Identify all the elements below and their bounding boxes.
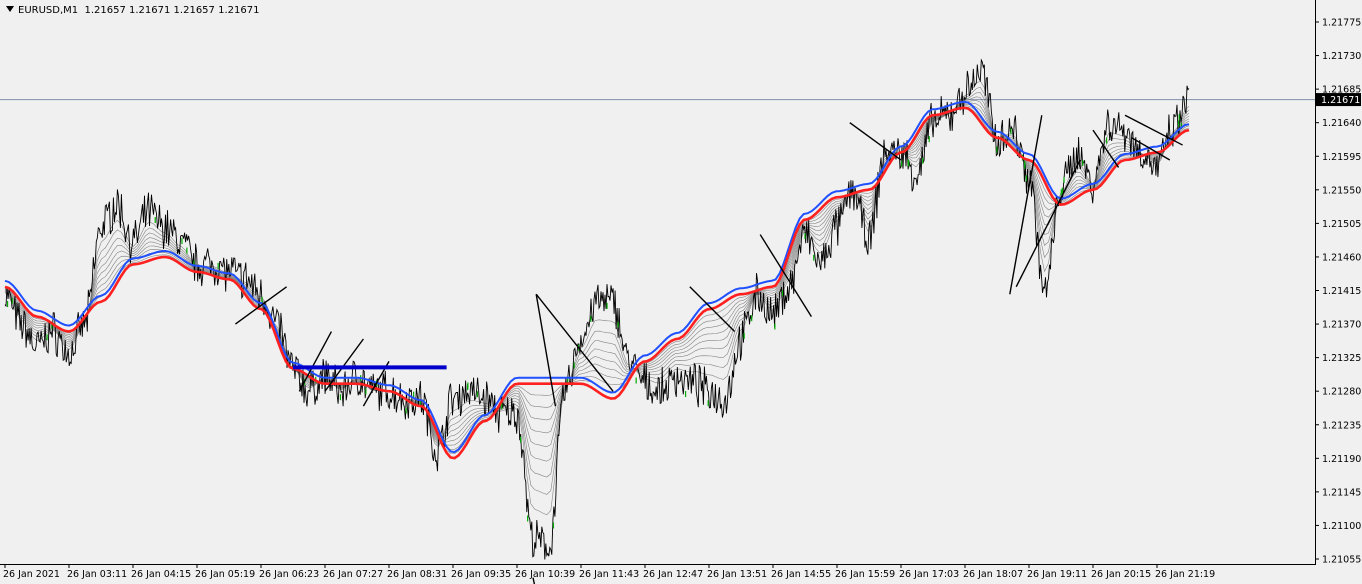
time-tick-label: 26 Jan 14:55 [771, 569, 831, 580]
price-tick-label: 1.21460 [1322, 252, 1361, 263]
symbol-label: EURUSD,M1 [18, 5, 79, 16]
time-tick-label: 26 Jan 03:11 [67, 569, 127, 580]
time-tick-label: 26 Jan 15:59 [835, 569, 895, 580]
time-tick-label: 26 Jan 12:47 [643, 569, 703, 580]
price-tick-label: 1.21100 [1322, 521, 1361, 532]
time-tick-label: 26 Jan 20:15 [1091, 569, 1151, 580]
time-tick-label: 26 Jan 09:35 [451, 569, 511, 580]
time-tick-label: 26 Jan 07:27 [323, 569, 383, 580]
time-tick-label: 26 Jan 17:03 [899, 569, 959, 580]
time-tick-label: 26 Jan 08:31 [387, 569, 447, 580]
time-tick-label: 26 Jan 18:07 [963, 569, 1023, 580]
price-tick-label: 1.21550 [1322, 185, 1361, 196]
time-tick-label: 26 Jan 05:19 [195, 569, 255, 580]
time-tick-label: 26 Jan 11:43 [579, 569, 639, 580]
price-tick-label: 1.21325 [1322, 353, 1361, 364]
time-tick-label: 26 Jan 13:51 [707, 569, 767, 580]
price-tick-label: 1.21055 [1322, 555, 1361, 566]
current-price-label: 1.21671 [1321, 95, 1360, 106]
price-tick-label: 1.21730 [1322, 51, 1361, 62]
price-tick-label: 1.21640 [1322, 118, 1361, 129]
price-tick-label: 1.21595 [1322, 152, 1361, 163]
time-tick-label: 26 Jan 19:11 [1027, 569, 1087, 580]
time-tick-label: 26 Jan 04:15 [131, 569, 191, 580]
price-tick-label: 1.21190 [1322, 454, 1361, 465]
price-tick-label: 1.21415 [1322, 286, 1361, 297]
time-tick-label: 26 Jan 06:23 [259, 569, 319, 580]
dropdown-triangle-icon[interactable] [6, 6, 14, 12]
price-tick-label: 1.21145 [1322, 487, 1361, 498]
price-tick-label: 1.21370 [1322, 320, 1361, 331]
price-tick-label: 1.21235 [1322, 420, 1361, 431]
price-tick-label: 1.21280 [1322, 387, 1361, 398]
time-tick-label: 26 Jan 21:19 [1155, 569, 1215, 580]
time-tick-label: 26 Jan 2021 [3, 569, 60, 580]
time-tick-label: 26 Jan 10:39 [515, 569, 575, 580]
current-price-tag: 1.21671 [1316, 93, 1361, 107]
ohlc-values: 1.21657 1.21671 1.21657 1.21671 [84, 5, 260, 16]
price-tick-label: 1.21775 [1322, 18, 1361, 29]
chart-header: EURUSD,M1 1.21657 1.21671 1.21657 1.2167… [6, 5, 259, 16]
price-chart[interactable]: 1.217751.217301.216851.216401.215951.215… [0, 0, 1362, 584]
price-tick-label: 1.21505 [1322, 219, 1361, 230]
